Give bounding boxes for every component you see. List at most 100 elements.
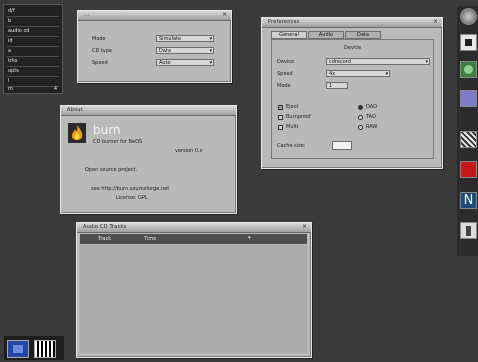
eject-checkbox[interactable] <box>278 105 283 110</box>
chevron-down-icon: ▾ <box>425 59 428 65</box>
close-icon[interactable]: × <box>432 18 439 25</box>
left-panel-item-label: id <box>8 38 13 44</box>
settings-icon[interactable] <box>460 90 477 107</box>
burnproof-label: Burnproof <box>286 114 311 120</box>
about-window: About burn CD burner for BeOS version 0.… <box>60 105 237 214</box>
dao-label: DAO <box>366 104 378 110</box>
settings-window: ... × Mode Simulate ▾ CD type Data ▾ Speed… <box>77 10 232 83</box>
mode-input[interactable]: 1 <box>326 82 348 89</box>
network-icon[interactable] <box>460 61 477 78</box>
chevron-down-icon: ▾ <box>209 36 212 42</box>
tao-radio[interactable] <box>358 115 363 120</box>
media-icon[interactable] <box>460 34 477 51</box>
dao-radio[interactable] <box>358 105 363 110</box>
tab-general-label: General <box>279 32 299 38</box>
disk-icon[interactable] <box>460 161 477 178</box>
preferences-window-titlebar[interactable]: Preferences × <box>262 18 442 28</box>
raw-radio[interactable] <box>358 125 363 130</box>
track-column-header[interactable]: Track <box>98 236 111 242</box>
chevron-down-icon: ▾ <box>209 60 212 66</box>
chevron-down-icon[interactable]: ▾ <box>248 235 251 241</box>
cd-type-label: CD type <box>92 48 113 54</box>
flame-icon <box>68 123 86 143</box>
left-panel-item[interactable]: m4 <box>7 85 59 94</box>
window-title: About <box>67 107 83 113</box>
time-column-header[interactable]: Time <box>144 236 156 242</box>
left-panel-item[interactable]: trks <box>7 57 59 67</box>
left-panel-item-value: 4 <box>53 86 57 92</box>
speed-select-value: 4x <box>329 71 336 77</box>
window-title: ... <box>84 12 90 18</box>
file-icon[interactable] <box>460 222 477 239</box>
left-panel-item[interactable]: id <box>7 37 59 47</box>
cache-label: Cache size: <box>277 143 306 149</box>
app-name: burn <box>93 123 121 137</box>
left-panel: d/f b audio cd id a trks opts l m4 <box>3 4 63 94</box>
tab-data-label: Data <box>357 32 369 38</box>
burnproof-checkbox[interactable] <box>278 115 283 120</box>
tab-data[interactable]: Data <box>345 31 381 39</box>
left-panel-item[interactable]: d/f <box>7 7 59 17</box>
about-line-2: version 0.x <box>175 148 203 154</box>
mode-input-value: 1 <box>329 83 333 89</box>
left-panel-item[interactable]: audio cd <box>7 27 59 37</box>
device-select[interactable]: cdrecord ▾ <box>326 58 430 65</box>
section-title: Device <box>344 45 362 51</box>
desktop: { "left_panel": { "items": [ {"label": "… <box>0 0 478 362</box>
cache-input[interactable] <box>332 141 352 150</box>
grid-icon[interactable] <box>34 340 56 358</box>
speed-label: Speed <box>92 60 108 66</box>
multi-checkbox[interactable] <box>278 125 283 130</box>
close-icon[interactable]: × <box>301 223 308 230</box>
terminal-icon[interactable]: N <box>460 192 477 209</box>
audio-cd-window: Audio CD Tracks × Track Time ▾ <box>76 222 312 358</box>
raw-label: RAW <box>366 124 378 130</box>
right-dock: N <box>457 6 478 256</box>
left-panel-item-label: m <box>8 86 13 92</box>
window-title: Preferences <box>268 19 300 25</box>
track-list[interactable] <box>80 245 307 353</box>
cd-type-select[interactable]: Data ▾ <box>156 47 214 54</box>
tab-panel: Device Device cdrecord ▾ Speed 4x ▾ Mode 1… <box>271 39 434 159</box>
left-panel-item-label: a <box>8 48 12 54</box>
about-line-4: see http://burn.sourceforge.net <box>91 186 170 192</box>
tab-general[interactable]: General <box>271 31 307 39</box>
folder-icon[interactable] <box>460 131 477 148</box>
chevron-down-icon: ▾ <box>385 71 388 77</box>
chevron-down-icon: ▾ <box>209 48 212 54</box>
mode-label: Mode <box>277 83 291 89</box>
eject-label: Eject <box>286 104 299 110</box>
left-panel-item[interactable]: opts <box>7 67 59 77</box>
left-panel-item[interactable]: b <box>7 17 59 27</box>
about-line-3: Open source project. <box>85 167 138 173</box>
device-select-value: cdrecord <box>329 59 351 65</box>
speed-select[interactable]: 4x ▾ <box>326 70 390 77</box>
device-label: Device <box>277 59 295 65</box>
app-icon[interactable] <box>460 8 477 25</box>
mode-select[interactable]: Simulate ▾ <box>156 35 214 42</box>
about-line-5: License: GPL <box>116 195 148 201</box>
tab-audio[interactable]: Audio <box>308 31 344 39</box>
speed-select-value: Auto <box>159 60 171 66</box>
window-title: Audio CD Tracks <box>83 224 127 230</box>
mode-label: Mode <box>92 36 106 42</box>
preferences-window: Preferences × General Audio Data Device … <box>261 17 443 169</box>
left-panel-item-label: d/f <box>8 8 15 14</box>
audio-cd-window-titlebar[interactable]: Audio CD Tracks × <box>77 223 311 233</box>
speed-select[interactable]: Auto ▾ <box>156 59 214 66</box>
left-panel-item[interactable]: a <box>7 47 59 57</box>
close-icon[interactable]: × <box>221 11 228 18</box>
left-panel-item-label: l <box>8 78 10 84</box>
about-window-titlebar[interactable]: About <box>61 106 236 116</box>
cd-type-select-value: Data <box>159 48 171 54</box>
multi-label: Multi <box>286 124 299 130</box>
left-panel-item-label: audio cd <box>8 28 30 34</box>
bottom-tray <box>4 336 64 360</box>
mode-select-value: Simulate <box>159 36 182 42</box>
about-line-1: CD burner for BeOS <box>93 139 143 145</box>
screen-icon[interactable] <box>7 340 29 358</box>
track-list-header: Track Time ▾ <box>80 234 307 244</box>
left-panel-item-label: b <box>8 18 12 24</box>
settings-window-titlebar[interactable]: ... × <box>78 11 231 21</box>
tao-label: TAO <box>366 114 376 120</box>
